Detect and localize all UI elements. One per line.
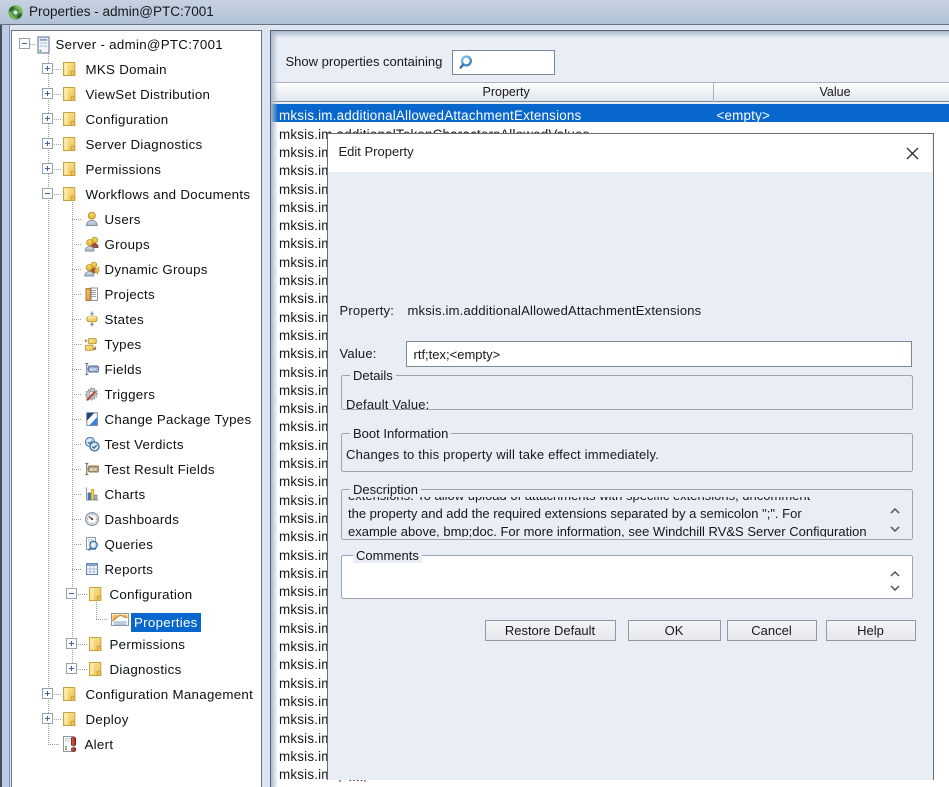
svg-text:abc: abc (89, 467, 98, 473)
svg-text:abc: abc (89, 367, 98, 373)
